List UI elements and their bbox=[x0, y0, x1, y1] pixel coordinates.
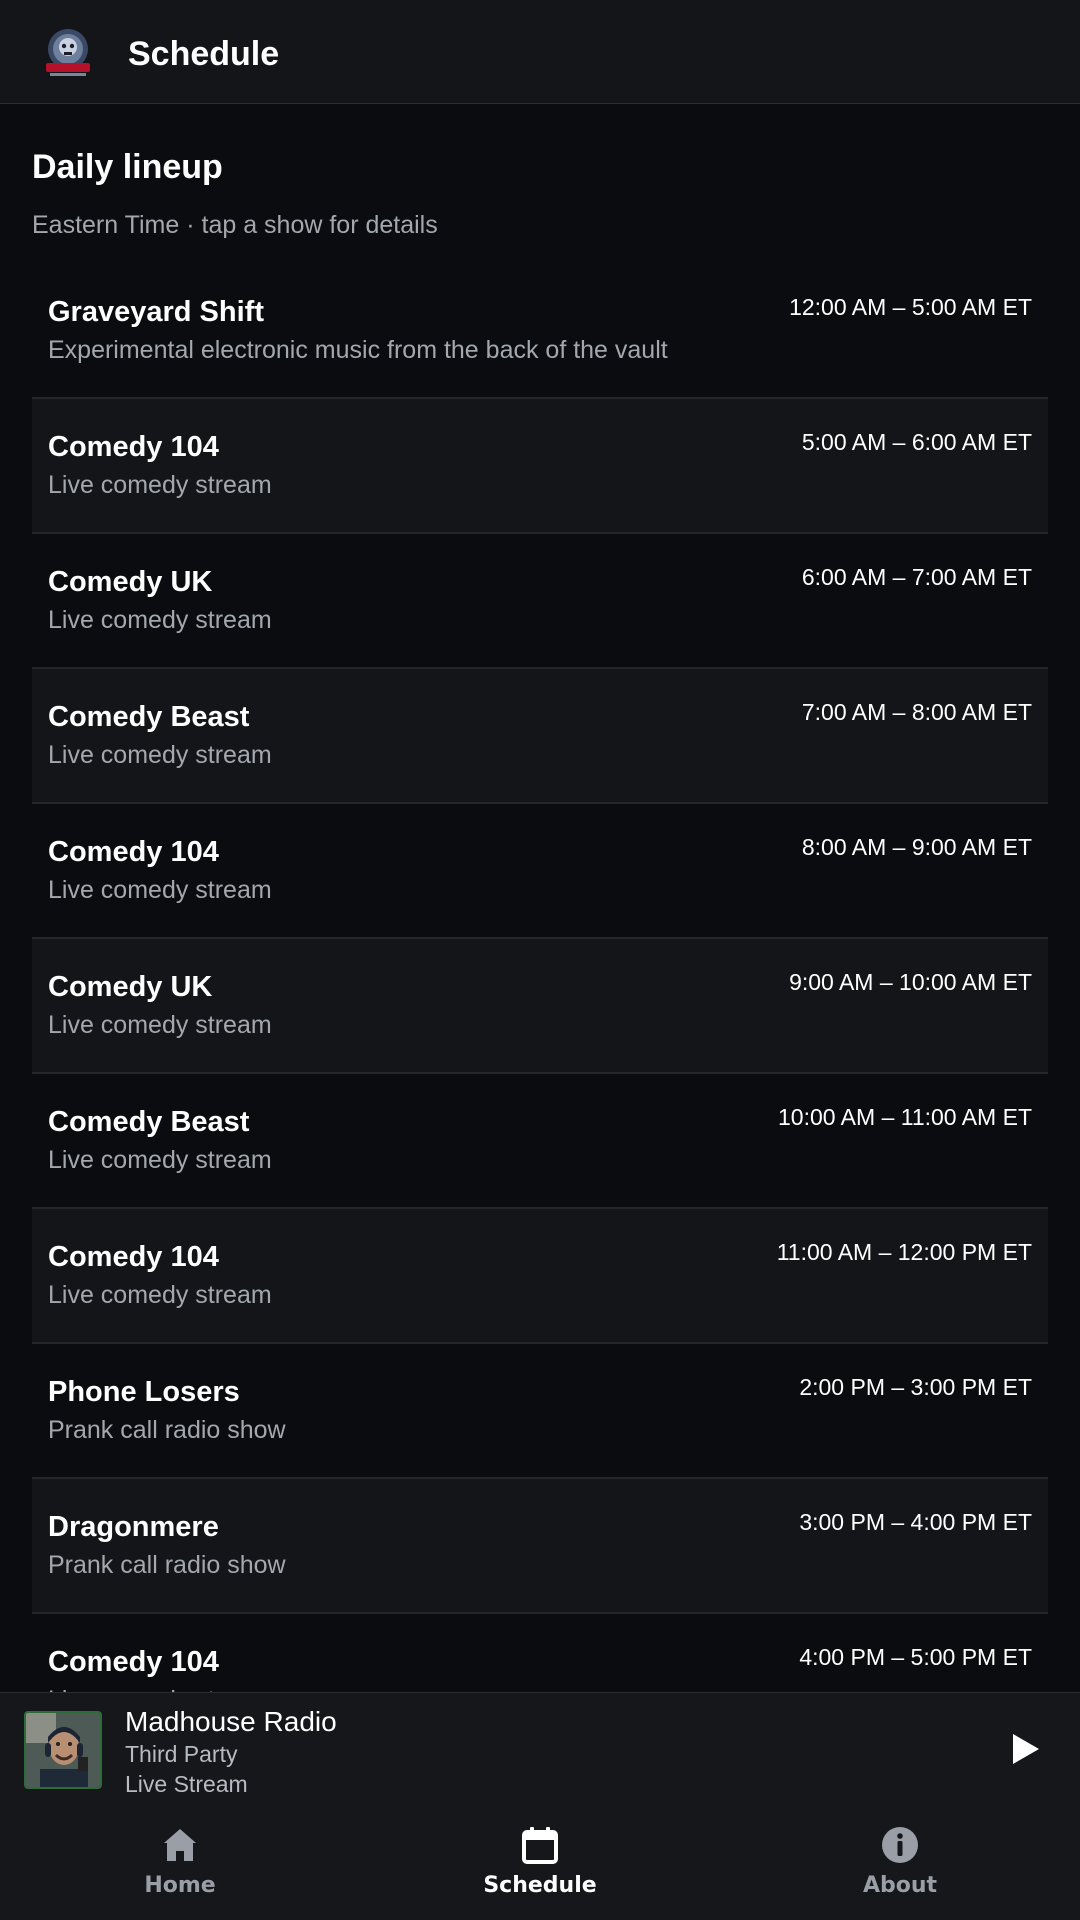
show-time: 4:00 PM – 5:00 PM ET bbox=[799, 1644, 1032, 1670]
app-root: Schedule Daily lineup Eastern Time · tap… bbox=[0, 0, 1080, 1920]
nav-schedule-label: Schedule bbox=[483, 1873, 597, 1898]
now-playing-title: Madhouse Radio bbox=[125, 1706, 337, 1737]
schedule-row[interactable]: Comedy 104 Live comedy stream 11:00 AM –… bbox=[32, 1209, 1048, 1344]
show-time: 12:00 AM – 5:00 AM ET bbox=[789, 294, 1032, 320]
show-description: Live comedy stream bbox=[48, 606, 272, 634]
schedule-row[interactable]: Comedy 104 Live comedy stream 5:00 AM – … bbox=[32, 399, 1048, 534]
show-name: Comedy 104 bbox=[48, 836, 219, 868]
page-title: Schedule bbox=[128, 35, 280, 73]
schedule-content[interactable]: Daily lineup Eastern Time · tap a show f… bbox=[0, 104, 1080, 1692]
show-name: Comedy 104 bbox=[48, 1646, 219, 1678]
show-description: Live comedy stream bbox=[48, 741, 272, 769]
show-time: 11:00 AM – 12:00 PM ET bbox=[776, 1239, 1032, 1265]
bottom-navigation: Home Schedule About bbox=[0, 1805, 1080, 1920]
show-time: 7:00 AM – 8:00 AM ET bbox=[801, 699, 1032, 725]
show-description: Prank call radio show bbox=[48, 1416, 286, 1444]
show-time: 6:00 AM – 7:00 AM ET bbox=[801, 564, 1032, 590]
show-time: 10:00 AM – 11:00 AM ET bbox=[778, 1104, 1032, 1130]
station-logo-icon bbox=[40, 25, 96, 79]
show-description: Experimental electronic music from the b… bbox=[48, 336, 668, 364]
show-name: Graveyard Shift bbox=[48, 296, 264, 328]
show-time: 9:00 AM – 10:00 AM ET bbox=[789, 969, 1032, 995]
play-button[interactable] bbox=[1000, 1723, 1052, 1775]
section-subtitle: Eastern Time · tap a show for details bbox=[32, 211, 438, 239]
nav-home-label: Home bbox=[144, 1873, 216, 1898]
show-time: 2:00 PM – 3:00 PM ET bbox=[799, 1374, 1032, 1400]
show-name: Dragonmere bbox=[48, 1511, 219, 1543]
schedule-list: Graveyard Shift Experimental electronic … bbox=[32, 264, 1048, 1692]
show-name: Comedy Beast bbox=[48, 1106, 250, 1138]
show-description: Live comedy stream bbox=[48, 1682, 272, 1692]
schedule-row[interactable]: Dragonmere Prank call radio show 3:00 PM… bbox=[32, 1479, 1048, 1614]
now-playing-artwork bbox=[24, 1711, 102, 1789]
show-name: Comedy 104 bbox=[48, 1241, 219, 1273]
nav-about[interactable]: About bbox=[720, 1805, 1080, 1920]
show-time: 3:00 PM – 4:00 PM ET bbox=[799, 1509, 1032, 1535]
show-description: Live comedy stream bbox=[48, 1011, 272, 1039]
section-title: Daily lineup bbox=[32, 148, 223, 186]
show-description: Live comedy stream bbox=[48, 1146, 272, 1174]
schedule-row[interactable]: Comedy 104 Live comedy stream 4:00 PM – … bbox=[32, 1614, 1048, 1692]
schedule-row[interactable]: Comedy Beast Live comedy stream 7:00 AM … bbox=[32, 669, 1048, 804]
show-name: Comedy 104 bbox=[48, 431, 219, 463]
show-time: 5:00 AM – 6:00 AM ET bbox=[801, 429, 1032, 455]
home-icon bbox=[164, 1829, 196, 1861]
show-description: Prank call radio show bbox=[48, 1551, 286, 1579]
calendar-icon bbox=[522, 1827, 558, 1864]
now-playing-subtitle: Third Party bbox=[125, 1741, 238, 1767]
show-name: Phone Losers bbox=[48, 1376, 240, 1408]
mini-player[interactable]: Madhouse Radio Third Party Live Stream bbox=[0, 1692, 1080, 1806]
schedule-row[interactable]: Comedy Beast Live comedy stream 10:00 AM… bbox=[32, 1074, 1048, 1209]
show-name: Comedy Beast bbox=[48, 701, 250, 733]
play-icon bbox=[1013, 1734, 1039, 1764]
show-name: Comedy UK bbox=[48, 971, 213, 1003]
show-description: Live comedy stream bbox=[48, 876, 272, 904]
schedule-row[interactable]: Comedy UK Live comedy stream 9:00 AM – 1… bbox=[32, 939, 1048, 1074]
show-description: Live comedy stream bbox=[48, 1281, 272, 1309]
nav-about-label: About bbox=[862, 1873, 938, 1898]
now-playing-stream-type: Live Stream bbox=[125, 1771, 248, 1797]
show-description: Live comedy stream bbox=[48, 471, 272, 499]
nav-schedule[interactable]: Schedule bbox=[360, 1805, 720, 1920]
schedule-row[interactable]: Phone Losers Prank call radio show 2:00 … bbox=[32, 1344, 1048, 1479]
nav-home[interactable]: Home bbox=[0, 1805, 360, 1920]
show-name: Comedy UK bbox=[48, 566, 213, 598]
top-app-bar: Schedule bbox=[0, 0, 1080, 104]
schedule-row[interactable]: Comedy UK Live comedy stream 6:00 AM – 7… bbox=[32, 534, 1048, 669]
schedule-row[interactable]: Graveyard Shift Experimental electronic … bbox=[32, 264, 1048, 399]
schedule-row[interactable]: Comedy 104 Live comedy stream 8:00 AM – … bbox=[32, 804, 1048, 939]
show-time: 8:00 AM – 9:00 AM ET bbox=[801, 834, 1032, 860]
info-icon bbox=[882, 1827, 918, 1863]
